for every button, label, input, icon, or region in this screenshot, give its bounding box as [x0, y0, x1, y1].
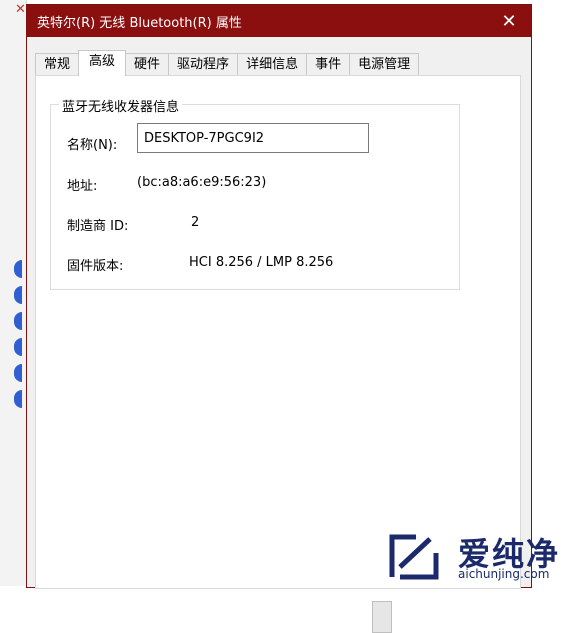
- background-blue-marker: [14, 286, 22, 304]
- tab-power-management[interactable]: 电源管理: [349, 53, 420, 76]
- background-blue-marker: [14, 338, 22, 356]
- background-blue-marker: [14, 260, 22, 278]
- name-label: 名称(N):: [67, 138, 118, 153]
- watermark-logo-icon: [389, 534, 439, 580]
- tab-driver[interactable]: 驱动程序: [168, 53, 239, 76]
- background-close-icon: ✕: [15, 2, 26, 17]
- tab-strip: 常规 高级 硬件 驱动程序 详细信息 事件 电源管理: [35, 50, 420, 76]
- dialog-title: 英特尔(R) 无线 Bluetooth(R) 属性: [37, 15, 242, 31]
- radio-info-group: 蓝牙无线收发器信息 名称(N): 地址: (bc:a8:a6:e9:56:23)…: [50, 96, 460, 290]
- title-bar[interactable]: 英特尔(R) 无线 Bluetooth(R) 属性 ✕: [27, 5, 531, 37]
- background-window: ✕: [0, 0, 27, 586]
- close-button[interactable]: ✕: [487, 5, 531, 37]
- group-title: 蓝牙无线收发器信息: [59, 96, 183, 115]
- tab-hardware[interactable]: 硬件: [125, 53, 170, 76]
- firmware-version-label: 固件版本:: [67, 259, 124, 274]
- background-blue-marker: [14, 390, 22, 408]
- tab-details[interactable]: 详细信息: [237, 53, 308, 76]
- background-sidebar: [14, 40, 24, 416]
- advanced-tab-panel: 蓝牙无线收发器信息 名称(N): 地址: (bc:a8:a6:e9:56:23)…: [35, 75, 521, 633]
- bluetooth-properties-dialog: 英特尔(R) 无线 Bluetooth(R) 属性 ✕ 常规 高级 硬件 驱动程…: [26, 4, 532, 633]
- firmware-version-value: HCI 8.256 / LMP 8.256: [189, 255, 334, 270]
- address-value: (bc:a8:a6:e9:56:23): [137, 175, 267, 190]
- address-label: 地址:: [67, 179, 98, 194]
- ok-button[interactable]: [372, 601, 392, 633]
- manufacturer-id-label: 制造商 ID:: [67, 219, 129, 234]
- tab-advanced[interactable]: 高级: [78, 50, 127, 76]
- name-field[interactable]: [137, 123, 369, 153]
- background-blue-marker: [14, 364, 22, 382]
- background-blue-marker: [14, 312, 22, 330]
- tab-general[interactable]: 常规: [35, 53, 80, 76]
- manufacturer-id-value: 2: [191, 215, 200, 230]
- watermark-site: aichunjing.com: [458, 567, 550, 581]
- watermark: 爱纯净 aichunjing.com: [386, 527, 576, 585]
- tab-events[interactable]: 事件: [306, 53, 351, 76]
